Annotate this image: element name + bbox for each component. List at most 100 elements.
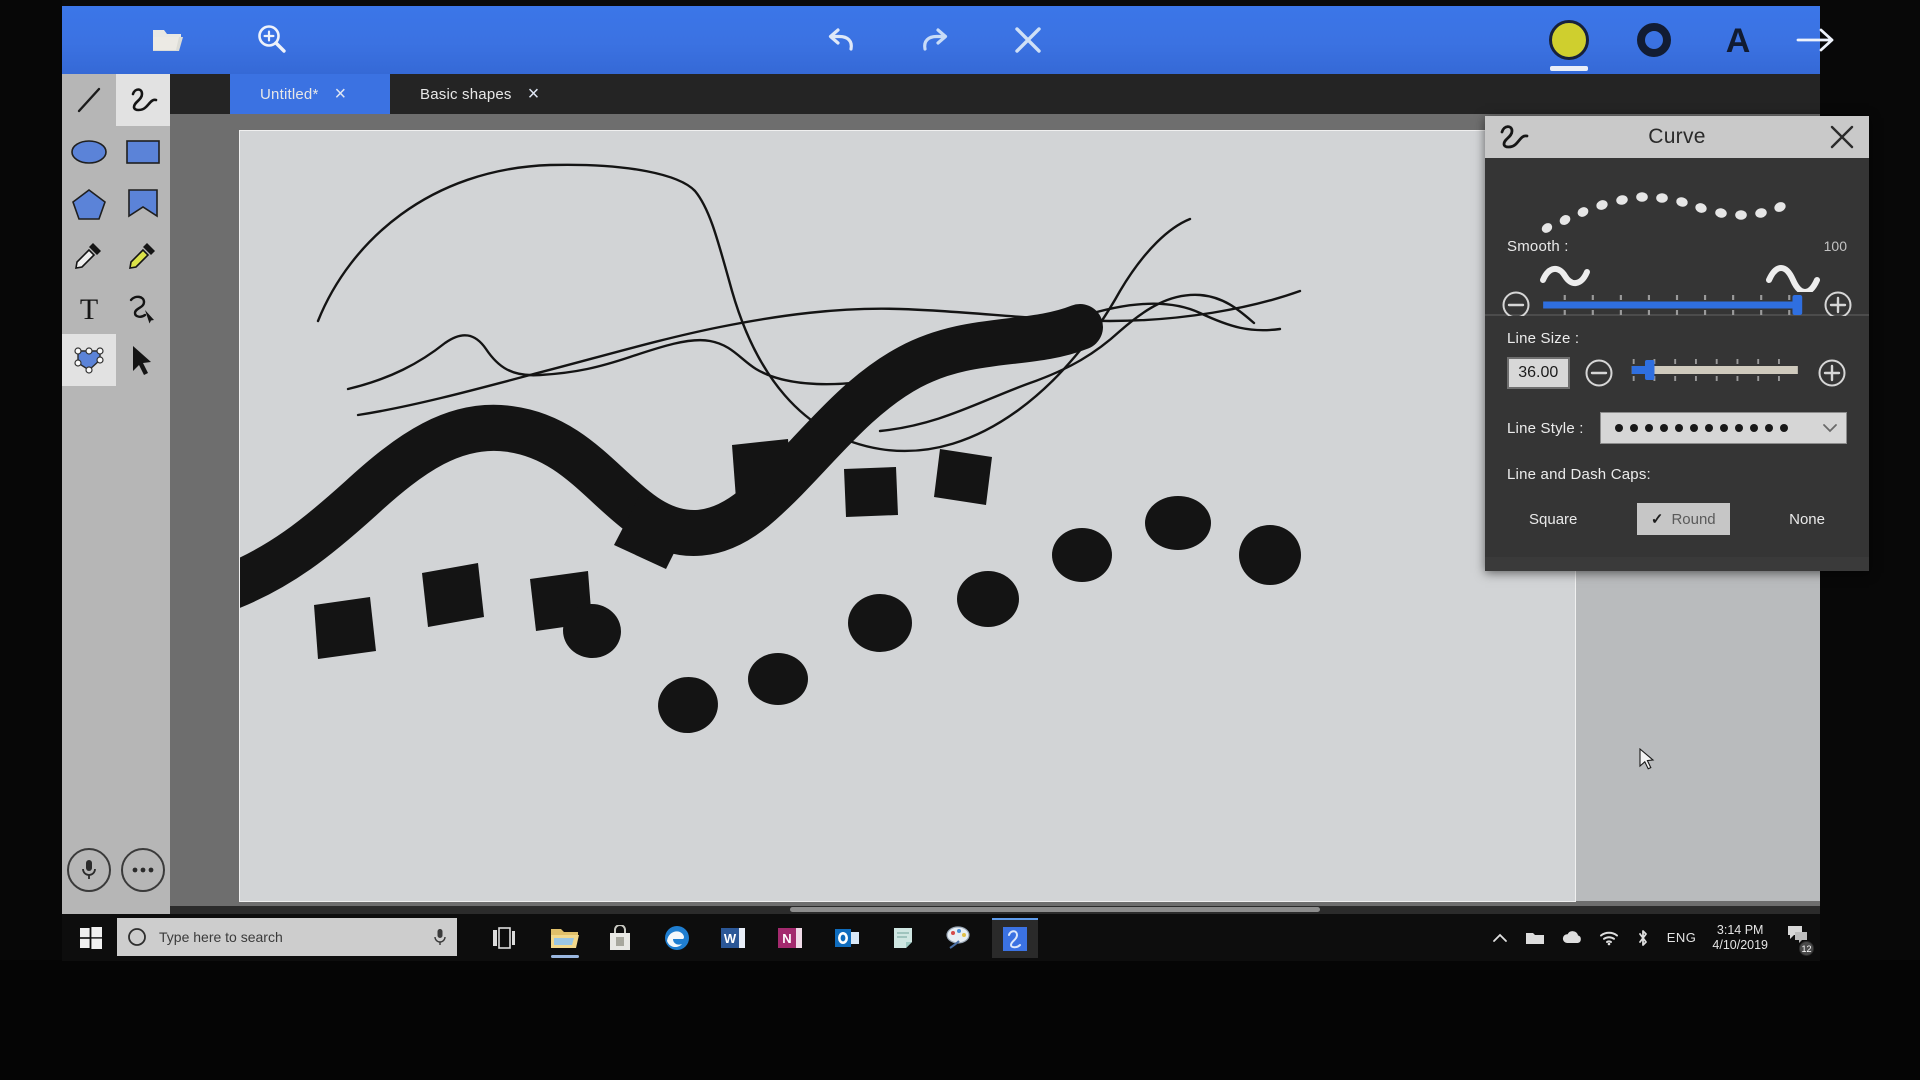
open-file-icon[interactable] [144,16,192,64]
line-style-label: Line Style : [1507,419,1584,437]
svg-text:W: W [724,931,737,946]
redo-icon[interactable] [910,16,958,64]
tab-untitled-close-icon[interactable]: × [335,84,347,104]
mic-icon [434,929,446,945]
close-icon[interactable] [1004,16,1052,64]
wifi-icon[interactable] [1599,930,1619,946]
artwork [240,163,1302,734]
rectangle-tool[interactable] [116,126,170,178]
tab-basic-shapes-label: Basic shapes [420,85,512,103]
drawing-canvas[interactable] [240,131,1575,901]
svg-text:N: N [782,931,791,946]
line-style-dropdown[interactable] [1599,412,1847,444]
smooth-value: 100 [1823,238,1847,254]
canvas-horizontal-scrollbar[interactable] [170,906,1820,914]
tab-untitled[interactable]: Untitled* × [230,74,390,114]
text-color-icon[interactable]: A [1714,16,1762,64]
zoom-icon[interactable] [248,16,296,64]
show-hidden-icons-chevron[interactable] [1491,931,1509,945]
fill-selected-underline [1550,66,1588,71]
line-size-label: Line Size : [1507,330,1580,347]
select-tool[interactable] [116,334,170,386]
monitor-bezel-left [0,0,62,1080]
eyedropper-tool[interactable] [62,230,116,282]
network-folder-icon[interactable] [1525,930,1545,946]
outline-color-icon[interactable] [1630,16,1678,64]
scrollbar-thumb[interactable] [790,907,1320,912]
clock[interactable]: 3:14 PM 4/10/2019 [1712,923,1768,953]
word-icon[interactable]: W [710,918,756,958]
cap-option-none[interactable]: None [1775,504,1839,535]
more-options-button[interactable] [121,848,165,892]
command-bar: A [62,6,1834,74]
line-style-row: Line Style : [1507,412,1847,444]
text-tool[interactable]: T [62,282,116,334]
search-circle-icon [128,928,146,946]
notification-badge: 12 [1799,941,1814,956]
star-tool[interactable] [116,178,170,230]
paint-icon[interactable] [936,918,982,958]
monitor-bezel-bottom [0,960,1920,1080]
line-tool[interactable] [62,74,116,126]
line-section: Line Size : 36.00 Line Style: Line and … [1485,316,1869,557]
language-indicator[interactable]: ENG [1667,930,1697,945]
action-center-icon[interactable]: 12 [1786,924,1814,956]
system-tray: ENG 3:14 PM 4/10/2019 12 [1491,914,1814,961]
curve-tool[interactable] [116,74,170,126]
curve-properties-panel: Curve Smooth: 100 Line Size: 36.00 Lin… [1485,116,1869,571]
node-edit-tool[interactable] [62,334,116,386]
ellipse-tool[interactable] [62,126,116,178]
cap-none-label: None [1789,510,1825,528]
search-input[interactable]: Type here to search [117,918,457,956]
polygon-tool[interactable] [62,178,116,230]
line-style-preview [1614,424,1788,432]
file-explorer-icon[interactable] [542,918,588,958]
tab-basic-shapes[interactable]: Basic shapes × [390,74,572,114]
onedrive-cloud-icon[interactable] [1561,930,1583,946]
fill-eyedropper-tool[interactable] [116,230,170,282]
svg-text:A: A [1726,22,1751,59]
curve-preview [1535,182,1795,243]
pen-path-tool[interactable] [116,282,170,334]
windows-taskbar: Type here to search W N ENG 3:14 PM 4/10… [62,914,1820,961]
next-arrow-icon[interactable] [1792,16,1840,64]
microsoft-store-icon[interactable] [597,918,643,958]
drawing-app-icon[interactable] [992,918,1038,958]
cap-option-square[interactable]: Square [1515,504,1591,535]
bluetooth-icon[interactable] [1635,929,1651,947]
outlook-icon[interactable] [824,918,870,958]
task-view-icon[interactable] [482,918,528,958]
line-size-slider[interactable] [1628,355,1804,390]
fill-color-dot [1549,20,1589,60]
panel-header: Curve [1485,116,1869,158]
chevron-down-icon [1823,424,1837,433]
svg-text:T: T [80,293,98,324]
start-button[interactable] [67,919,115,957]
caps-label: Line and Dash Caps: [1507,466,1651,483]
tab-strip: Untitled* × Basic shapes × [62,74,1820,114]
smooth-section: Smooth : 100 [1485,158,1869,319]
tab-untitled-label: Untitled* [260,85,319,103]
running-indicator [551,955,579,958]
line-size-input[interactable]: 36.00 [1507,356,1570,389]
panel-title: Curve [1648,125,1706,148]
line-size-decrease-button[interactable] [1584,358,1614,388]
line-size-row: 36.00 [1507,355,1847,390]
edge-browser-icon[interactable] [654,918,700,958]
line-size-increase-button[interactable] [1817,358,1847,388]
fill-color-swatch[interactable] [1549,20,1593,74]
smooth-label: Smooth : [1507,238,1569,255]
undo-icon[interactable] [818,16,866,64]
cap-option-round[interactable]: ✓ Round [1636,503,1730,535]
microphone-button[interactable] [67,848,111,892]
tab-basic-shapes-close-icon[interactable]: × [528,84,540,104]
desktop: A Untitled* × Basic shapes × T Curve Smo… [62,6,1869,961]
cap-round-label: Round [1671,510,1716,528]
palette-bottom-buttons [62,848,170,892]
drawing-app-window: A Untitled* × Basic shapes × T Curve Smo… [62,6,1869,961]
check-icon: ✓ [1650,511,1664,528]
onenote-icon[interactable]: N [767,918,813,958]
sticky-notes-icon[interactable] [880,918,926,958]
panel-close-icon[interactable] [1829,124,1855,155]
clock-date: 4/10/2019 [1712,937,1768,952]
